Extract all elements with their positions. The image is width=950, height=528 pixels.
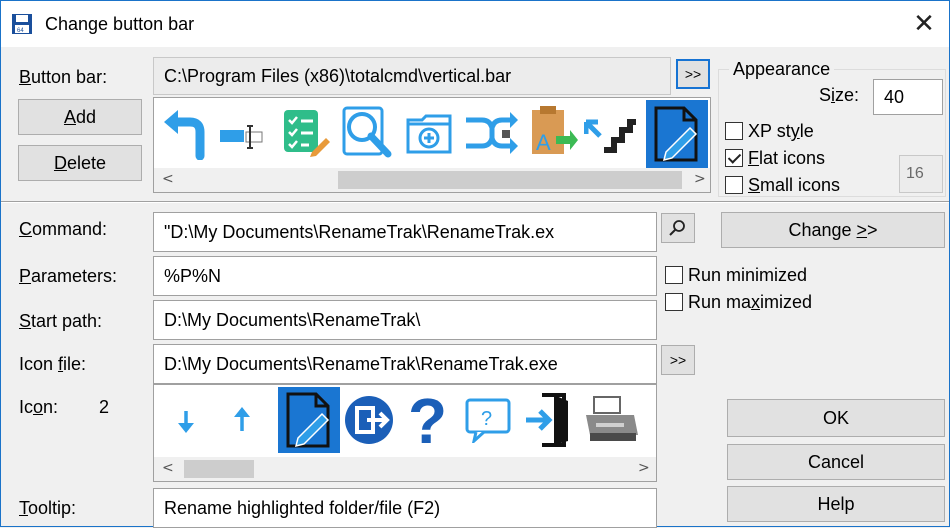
add-button[interactable]: Add bbox=[18, 99, 142, 135]
small-size-field: 16 bbox=[899, 155, 943, 193]
command-field[interactable]: "D:\My Documents\RenameTrak\RenameTrak.e… bbox=[153, 212, 657, 252]
ok-button[interactable]: OK bbox=[727, 399, 945, 437]
close-icon: ✕ bbox=[913, 9, 935, 39]
button-bar-icon-panel[interactable]: A < > bbox=[153, 97, 711, 193]
svg-text:?: ? bbox=[481, 408, 492, 430]
rename-app-icon[interactable] bbox=[282, 390, 336, 450]
window-title: Change button bar bbox=[45, 14, 195, 34]
multi-rename-icon[interactable]: A bbox=[526, 102, 580, 160]
icon-file-field[interactable]: D:\My Documents\RenameTrak\RenameTrak.ex… bbox=[153, 344, 657, 384]
start-path-field[interactable]: D:\My Documents\RenameTrak\ bbox=[153, 300, 657, 340]
back-arrow-icon[interactable] bbox=[160, 108, 212, 160]
button-bar-browse-button[interactable]: >> bbox=[676, 59, 710, 89]
arrow-down-icon[interactable] bbox=[174, 403, 198, 437]
icon-panel[interactable]: ? ? < > bbox=[153, 384, 657, 482]
button-bar-label: Button bar: bbox=[19, 67, 108, 87]
question-mark-icon[interactable]: ? bbox=[404, 387, 450, 451]
scroll-right-icon[interactable]: > bbox=[694, 171, 706, 187]
flat-icons-box[interactable] bbox=[725, 149, 743, 167]
xp-style-checkbox[interactable]: XP style bbox=[725, 121, 814, 142]
delete-button[interactable]: Delete bbox=[18, 145, 142, 181]
xp-style-box[interactable] bbox=[725, 122, 743, 140]
run-maximized-checkbox[interactable]: Run maximized bbox=[665, 292, 812, 313]
run-minimized-box[interactable] bbox=[665, 266, 683, 284]
button-bar-scrollbar[interactable]: < > bbox=[154, 168, 710, 192]
compare-sync-icon[interactable] bbox=[464, 108, 518, 160]
icon-index: 2 bbox=[99, 397, 110, 417]
help-button[interactable]: Help bbox=[727, 486, 945, 522]
exit-circle-icon[interactable] bbox=[342, 393, 396, 447]
scroll-left-icon[interactable]: < bbox=[162, 171, 174, 187]
icon-scroll-left-icon[interactable]: < bbox=[162, 460, 174, 476]
parameters-field[interactable]: %P%N bbox=[153, 256, 657, 296]
rename-field-icon[interactable] bbox=[216, 110, 268, 162]
svg-text:A: A bbox=[536, 130, 551, 155]
close-button[interactable]: ✕ bbox=[901, 1, 947, 47]
magnifier-icon bbox=[669, 220, 685, 236]
change-button[interactable]: Change >> bbox=[721, 212, 945, 248]
size-field[interactable]: 40 bbox=[873, 79, 943, 115]
icon-label: Icon: bbox=[19, 397, 59, 417]
tooltip-label: Tooltip: bbox=[19, 498, 77, 518]
small-icons-box[interactable] bbox=[725, 176, 743, 194]
flat-icons-checkbox[interactable]: Flat icons bbox=[725, 148, 825, 169]
change-button-bar-dialog: 64 Change button bar ✕ Button bar: C:\Pr… bbox=[0, 0, 950, 528]
rename-app-icon[interactable] bbox=[650, 104, 704, 164]
small-icons-checkbox[interactable]: Small icons bbox=[725, 175, 840, 196]
scroll-thumb[interactable] bbox=[338, 171, 682, 189]
arrow-up-icon[interactable] bbox=[230, 403, 254, 437]
svg-text:?: ? bbox=[408, 387, 447, 451]
run-minimized-checkbox[interactable]: Run minimized bbox=[665, 265, 807, 286]
tooltip-field[interactable]: Rename highlighted folder/file (F2) bbox=[153, 488, 657, 528]
door-enter-icon[interactable] bbox=[524, 391, 574, 449]
button-bar-path-field[interactable]: C:\Program Files (x86)\totalcmd\vertical… bbox=[153, 57, 671, 95]
appearance-title: Appearance bbox=[729, 59, 835, 80]
help-bubble-icon[interactable]: ? bbox=[464, 397, 514, 443]
svg-text:64: 64 bbox=[17, 28, 24, 34]
start-path-label: Start path: bbox=[19, 311, 103, 331]
search-files-icon[interactable] bbox=[340, 104, 396, 160]
icon-scroll-right-icon[interactable]: > bbox=[638, 460, 650, 476]
cancel-button[interactable]: Cancel bbox=[727, 444, 945, 480]
icon-scrollbar[interactable]: < > bbox=[154, 457, 656, 481]
size-label: Size: bbox=[819, 85, 860, 105]
printer-icon[interactable] bbox=[582, 395, 640, 445]
icon-scroll-thumb[interactable] bbox=[184, 460, 254, 478]
command-label: Command: bbox=[19, 219, 108, 239]
title-bar: 64 Change button bar ✕ bbox=[1, 1, 949, 47]
run-maximized-box[interactable] bbox=[665, 293, 683, 311]
command-search-button[interactable] bbox=[661, 213, 695, 243]
section-separator bbox=[1, 201, 949, 203]
hotlist-arrows-icon[interactable] bbox=[584, 108, 638, 160]
icon-file-browse-button[interactable]: >> bbox=[661, 345, 695, 375]
icon-file-label: Icon file: bbox=[19, 354, 87, 374]
parameters-label: Parameters: bbox=[19, 266, 118, 286]
new-folder-icon[interactable] bbox=[404, 106, 456, 158]
checklist-edit-icon[interactable] bbox=[278, 106, 330, 158]
floppy-disk-icon: 64 bbox=[12, 14, 32, 34]
